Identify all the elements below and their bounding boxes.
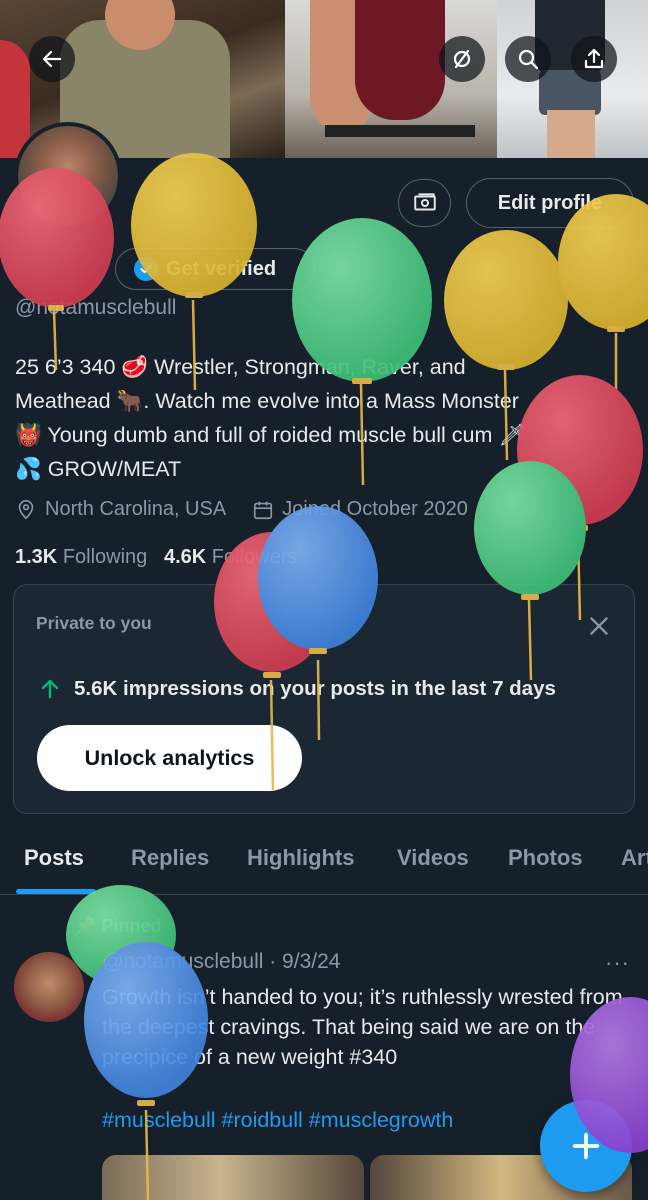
get-verified-button[interactable]: Get verified: [115, 248, 315, 290]
close-icon[interactable]: [586, 613, 612, 639]
bio-line: 25 6’3 340 🥩 Wrestler, Strongman, Raver,…: [15, 355, 466, 379]
profile-bio: 25 6’3 340 🥩 Wrestler, Strongman, Raver,…: [15, 350, 630, 486]
post-author[interactable]: @notamusclebull · 9/3/24: [102, 950, 340, 974]
post-image-1[interactable]: [102, 1155, 364, 1200]
followers-link[interactable]: 4.6K Followers: [164, 546, 297, 568]
impressions-text: 5.6K impressions on your posts in the la…: [74, 677, 556, 700]
tab-highlights[interactable]: Highlights: [247, 845, 355, 871]
verified-badge-icon: [134, 257, 158, 281]
edit-profile-button[interactable]: Edit profile: [466, 178, 634, 228]
followers-count: 4.6K: [163, 546, 207, 568]
location-pin-icon: [18, 499, 34, 519]
arrow-left-icon: [42, 50, 62, 68]
hide-banner-button[interactable]: [439, 36, 485, 82]
profile-meta: North Carolina, USA Joined October 2020: [15, 498, 468, 521]
arrow-up-icon: [41, 679, 59, 699]
eye-off-icon: [453, 49, 471, 69]
post-more-button[interactable]: ···: [605, 950, 630, 976]
profile-avatar[interactable]: [14, 122, 122, 230]
plus-icon: [572, 1132, 600, 1160]
tab-photos[interactable]: Photos: [508, 845, 583, 871]
get-verified-label: Get verified: [166, 257, 277, 280]
pinned-label: 📌 Pinned: [74, 916, 161, 937]
share-button[interactable]: [571, 36, 617, 82]
pinned-text: Pinned: [101, 916, 162, 936]
post-avatar[interactable]: [14, 952, 84, 1022]
profile-location: North Carolina, USA: [45, 498, 227, 520]
following-count: 1.3K: [15, 546, 58, 568]
bio-line: Meathead 🐂. Watch me evolve into a Mass …: [15, 389, 519, 413]
search-button[interactable]: [505, 36, 551, 82]
analytics-card: Private to you 5.6K impressions on your …: [13, 584, 635, 814]
monetization-button[interactable]: [398, 179, 451, 227]
analytics-card-title: Private to you: [36, 613, 152, 633]
following-label: Following: [62, 546, 148, 568]
profile-tabs: Posts Replies Highlights Videos Photos A…: [0, 835, 648, 895]
tab-replies[interactable]: Replies: [131, 845, 209, 871]
tab-articles[interactable]: Articles: [621, 845, 648, 871]
unlock-analytics-button[interactable]: Unlock analytics: [37, 725, 302, 791]
pin-icon: 📌: [74, 916, 97, 936]
search-icon: [518, 49, 539, 70]
following-link[interactable]: 1.3K Following: [15, 546, 147, 568]
compose-post-button[interactable]: [540, 1100, 632, 1192]
follow-counts: 1.3K Following 4.6K Followers: [15, 546, 297, 569]
active-tab-indicator: [16, 889, 96, 894]
tab-posts[interactable]: Posts: [24, 845, 84, 871]
profile-joined: Joined October 2020: [282, 498, 468, 520]
post-text: Growth isn’t handed to you; it’s ruthles…: [102, 985, 623, 1069]
followers-label: Followers: [211, 546, 298, 568]
back-button[interactable]: [29, 36, 75, 82]
profile-handle: @notamusclebull: [15, 296, 177, 319]
tab-videos[interactable]: Videos: [397, 845, 469, 871]
bio-line: 💦 GROW/MEAT: [15, 457, 182, 481]
bio-line: 👹 Young dumb and full of roided muscle b…: [15, 423, 526, 447]
calendar-icon: [254, 501, 273, 519]
post-hashtags[interactable]: #musclebull #roidbull #musclegrowth: [102, 1108, 453, 1133]
money-icon: [413, 193, 436, 211]
impressions-row: 5.6K impressions on your posts in the la…: [38, 677, 556, 701]
share-upload-icon: [584, 48, 604, 69]
